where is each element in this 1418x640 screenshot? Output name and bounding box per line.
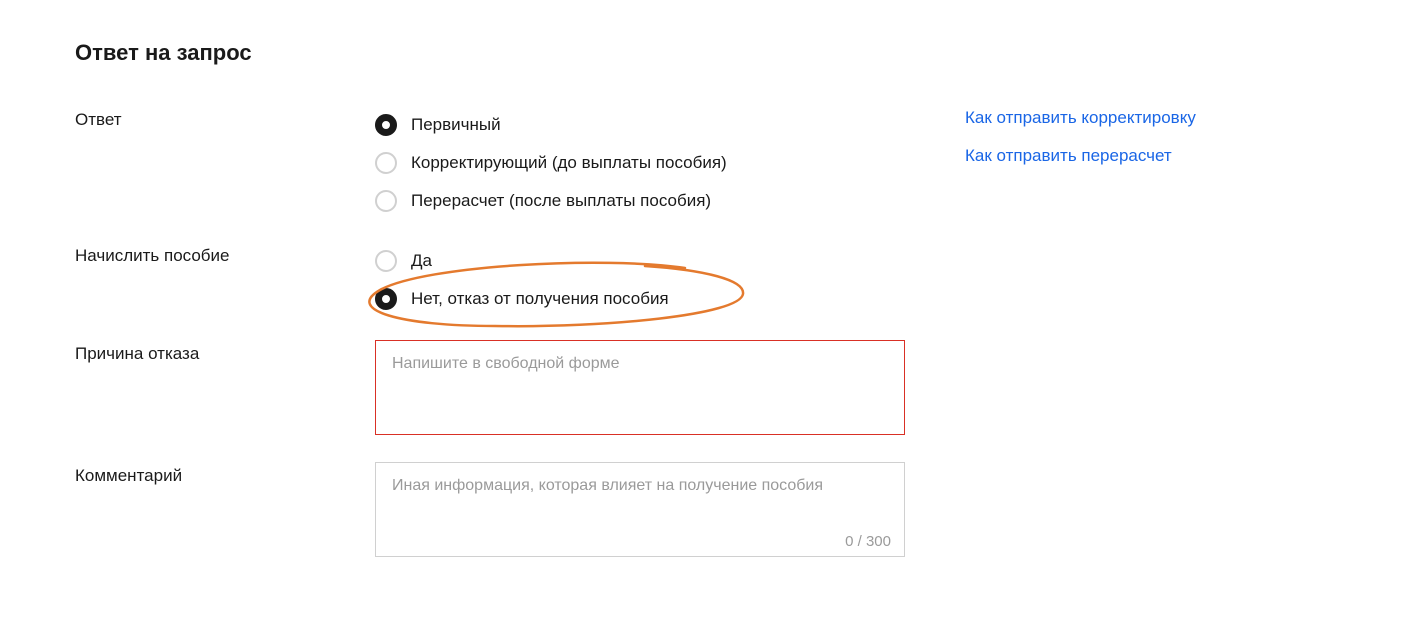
radio-unselected-icon	[375, 190, 397, 212]
comment-input[interactable]	[375, 462, 905, 557]
answer-label: Ответ	[75, 106, 375, 130]
reason-label: Причина отказа	[75, 340, 375, 364]
radio-selected-icon	[375, 114, 397, 136]
radio-unselected-icon	[375, 152, 397, 174]
link-how-to-recalc[interactable]: Как отправить перерасчет	[965, 146, 1196, 166]
radio-selected-icon	[375, 288, 397, 310]
reason-input[interactable]	[375, 340, 905, 435]
radio-correcting-label: Корректирующий (до выплаты пособия)	[411, 153, 727, 173]
radio-correcting[interactable]: Корректирующий (до выплаты пособия)	[375, 144, 905, 182]
link-how-to-correct[interactable]: Как отправить корректировку	[965, 108, 1196, 128]
radio-recalc[interactable]: Перерасчет (после выплаты пособия)	[375, 182, 905, 220]
radio-no-refuse[interactable]: Нет, отказ от получения пособия	[375, 280, 905, 318]
radio-primary-label: Первичный	[411, 115, 501, 135]
comment-label: Комментарий	[75, 462, 375, 486]
radio-recalc-label: Перерасчет (после выплаты пособия)	[411, 191, 711, 211]
radio-unselected-icon	[375, 250, 397, 272]
section-title: Ответ на запрос	[75, 40, 1343, 66]
accrue-label: Начислить пособие	[75, 242, 375, 266]
radio-yes[interactable]: Да	[375, 242, 905, 280]
radio-no-refuse-label: Нет, отказ от получения пособия	[411, 289, 669, 309]
radio-primary[interactable]: Первичный	[375, 106, 905, 144]
radio-yes-label: Да	[411, 251, 432, 271]
